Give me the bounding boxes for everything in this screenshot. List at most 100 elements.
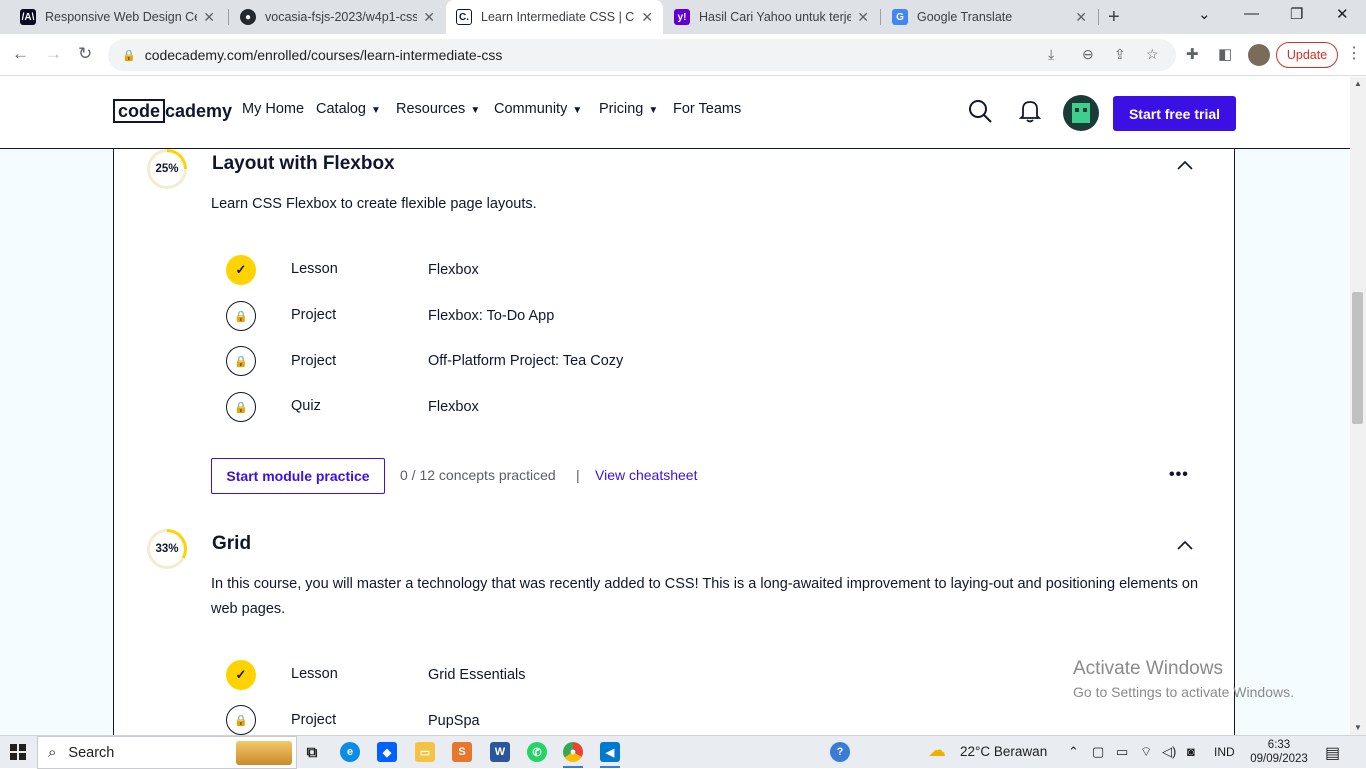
close-tab-icon[interactable]: ✕ xyxy=(857,9,869,26)
tab-search-chevron-icon[interactable]: ⌄ xyxy=(1198,5,1211,23)
bookmark-star-icon[interactable]: ☆ xyxy=(1146,46,1159,63)
tab-title: Google Translate xyxy=(917,10,1013,24)
dropbox-icon[interactable]: ◆ xyxy=(377,742,397,762)
close-tab-icon[interactable]: ✕ xyxy=(423,9,435,26)
profile-avatar[interactable] xyxy=(1248,44,1270,66)
battery-icon[interactable]: ▭ xyxy=(1116,744,1128,760)
chrome-icon[interactable]: ● xyxy=(563,742,583,762)
share-icon[interactable]: ⇪ xyxy=(1114,46,1126,63)
language-indicator[interactable]: IND xyxy=(1214,745,1235,759)
item-name-link[interactable]: Flexbox: To-Do App xyxy=(428,308,554,324)
close-tab-icon[interactable]: ✕ xyxy=(203,9,215,26)
item-name-link[interactable]: Flexbox xyxy=(428,399,479,415)
browser-tab[interactable]: y! Hasil Cari Yahoo untuk terjem ✕ xyxy=(664,0,879,34)
more-options-icon[interactable]: ••• xyxy=(1169,466,1189,484)
zoom-icon[interactable]: ⊖ xyxy=(1082,46,1094,63)
view-cheatsheet-link[interactable]: View cheatsheet xyxy=(595,467,697,483)
forward-icon[interactable]: → xyxy=(45,44,62,64)
concepts-practiced: 0 / 12 concepts practiced xyxy=(400,467,556,483)
nav-resources[interactable]: Resources ▼ xyxy=(396,101,480,117)
item-name-link[interactable]: Flexbox xyxy=(428,262,479,278)
camera-icon[interactable]: ◙ xyxy=(1187,744,1195,759)
progress-ring: 25% xyxy=(147,149,187,189)
item-name-link[interactable]: PupSpa xyxy=(428,713,480,729)
caret-down-icon: ▼ xyxy=(370,105,381,116)
start-free-trial-button[interactable]: Start free trial xyxy=(1113,96,1236,131)
notifications-icon[interactable]: ▤ xyxy=(1325,743,1340,763)
restore-icon[interactable]: ❐ xyxy=(1290,5,1303,23)
nav-label: Community xyxy=(494,101,568,117)
site-header: code cademy My Home Catalog ▼ Resources ▼ … xyxy=(0,77,1350,149)
item-name-link[interactable]: Off-Platform Project: Tea Cozy xyxy=(428,353,623,369)
item-type: Project xyxy=(291,353,337,369)
nav-my-home[interactable]: My Home xyxy=(242,101,304,117)
browser-tab[interactable]: G Google Translate ✕ xyxy=(882,0,1097,34)
caret-down-icon: ▼ xyxy=(572,105,583,116)
page-viewport: code cademy My Home Catalog ▼ Resources ▼ … xyxy=(0,77,1366,735)
browser-tab-active[interactable]: C. Learn Intermediate CSS | Cod ✕ xyxy=(446,0,663,34)
close-window-icon[interactable]: ✕ xyxy=(1336,5,1349,23)
file-explorer-icon[interactable]: ▭ xyxy=(415,742,435,762)
wifi-icon[interactable]: ⌔ xyxy=(1140,744,1152,760)
nav-label: Catalog xyxy=(316,101,366,117)
weather-text[interactable]: 22°C Berawan xyxy=(960,744,1047,759)
codecademy-logo[interactable]: code cademy xyxy=(113,99,232,123)
nav-label: Resources xyxy=(396,101,466,117)
nav-community[interactable]: Community ▼ xyxy=(494,101,582,117)
scroll-up-icon[interactable]: ▲ xyxy=(1354,79,1362,88)
logo-box: code xyxy=(113,99,166,123)
sublime-icon[interactable]: S xyxy=(452,742,472,762)
browser-tab[interactable]: ● vocasia-fsjs-2023/w4p1-css_c ✕ xyxy=(230,0,445,34)
progress-ring: 33% xyxy=(147,529,187,569)
taskbar-clock[interactable]: 6:33 09/09/2023 xyxy=(1245,738,1313,766)
user-avatar[interactable] xyxy=(1063,95,1099,131)
install-icon[interactable]: ⤓ xyxy=(1048,46,1054,63)
separator: | xyxy=(576,467,580,483)
start-module-practice-button[interactable]: Start module practice xyxy=(211,458,385,494)
address-bar[interactable]: 🔒 codecademy.com/enrolled/courses/learn-… xyxy=(108,39,1176,71)
help-icon[interactable]: ? xyxy=(830,742,850,762)
network-device-icon[interactable]: ▢ xyxy=(1092,744,1104,760)
reload-icon[interactable]: ↻ xyxy=(78,44,92,64)
lock-icon: 🔒 xyxy=(226,301,256,331)
scrollbar-thumb[interactable] xyxy=(1352,292,1363,424)
course-syllabus: 25% Layout with Flexbox Learn CSS Flexbo… xyxy=(113,149,1235,735)
vscode-icon[interactable]: ◀ xyxy=(600,742,620,762)
side-panel-icon[interactable]: ◧ xyxy=(1218,45,1232,63)
new-tab-icon[interactable]: + xyxy=(1108,6,1120,29)
weather-icon[interactable]: ☁ xyxy=(928,740,946,761)
minimize-icon[interactable]: — xyxy=(1244,5,1259,22)
chevron-up-icon[interactable] xyxy=(1177,537,1193,553)
nav-label: My Home xyxy=(242,101,305,117)
item-type: Project xyxy=(291,307,337,323)
update-button[interactable]: Update xyxy=(1276,42,1338,68)
word-icon[interactable]: W xyxy=(490,742,510,762)
nav-pricing[interactable]: Pricing ▼ xyxy=(599,101,658,117)
item-name-link[interactable]: Grid Essentials xyxy=(428,667,526,683)
lock-icon: 🔒 xyxy=(226,346,256,376)
back-icon[interactable]: ← xyxy=(12,44,29,64)
whatsapp-icon[interactable]: ✆ xyxy=(527,742,547,762)
bell-icon[interactable] xyxy=(1018,99,1042,128)
windows-start-icon[interactable] xyxy=(10,744,26,760)
fcc-icon: /A\ xyxy=(20,9,36,25)
url-text: codecademy.com/enrolled/courses/learn-in… xyxy=(144,47,503,63)
chevron-up-icon[interactable] xyxy=(1177,157,1193,173)
speaker-icon[interactable]: ◁) xyxy=(1162,744,1176,760)
logo-text: cademy xyxy=(165,101,233,121)
tab-title: Hasil Cari Yahoo untuk terjem xyxy=(699,10,852,24)
extensions-icon[interactable]: ✚ xyxy=(1186,45,1199,63)
taskbar-search[interactable]: ⌕ Search xyxy=(37,736,297,769)
module-title: Layout with Flexbox xyxy=(212,153,395,174)
task-view-icon[interactable]: ⧉ xyxy=(302,742,322,762)
scroll-down-icon[interactable]: ▼ xyxy=(1354,723,1362,732)
chevron-up-icon[interactable]: ⌃ xyxy=(1068,744,1079,760)
browser-tab[interactable]: /A\ Responsive Web Design Certi ✕ xyxy=(10,0,225,34)
search-icon[interactable] xyxy=(968,99,992,128)
close-tab-icon[interactable]: ✕ xyxy=(1075,9,1087,26)
edge-icon[interactable]: e xyxy=(340,742,360,762)
close-tab-icon[interactable]: ✕ xyxy=(641,9,653,26)
nav-catalog[interactable]: Catalog ▼ xyxy=(316,101,381,117)
nav-for-teams[interactable]: For Teams xyxy=(673,101,741,117)
browser-menu-icon[interactable]: ⋮ xyxy=(1346,43,1362,63)
